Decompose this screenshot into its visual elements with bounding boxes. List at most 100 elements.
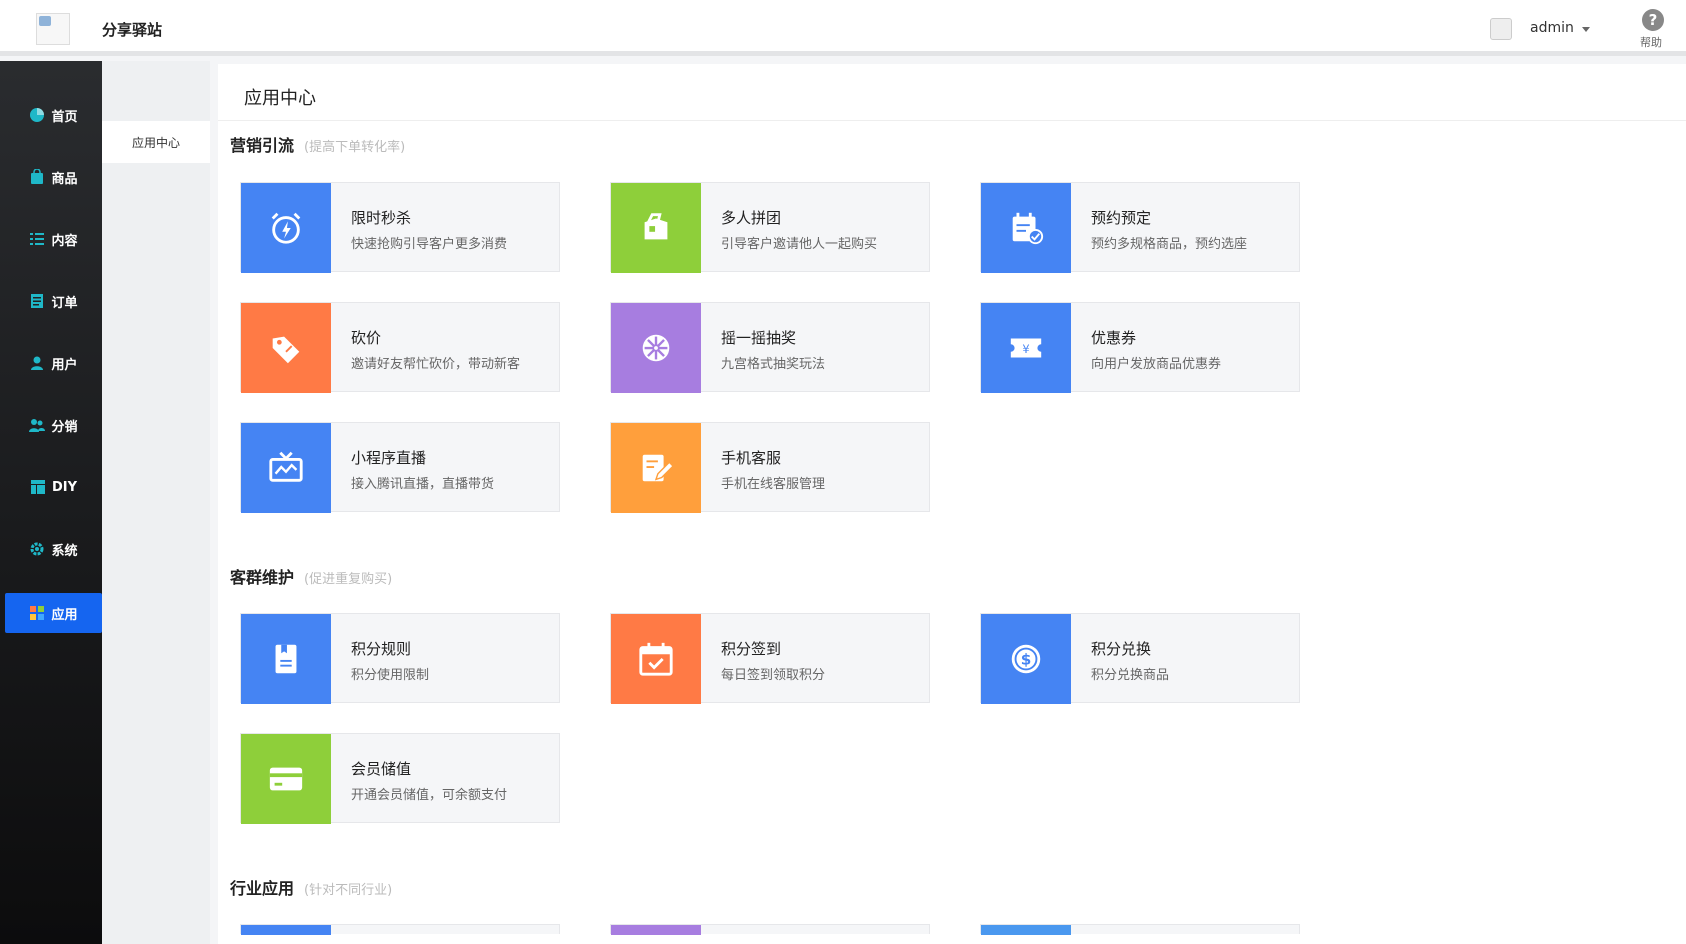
- card-desc: 预约多规格商品，预约选座: [1091, 237, 1248, 252]
- card-desc: 开通会员储值，可余额支付: [351, 788, 508, 803]
- sidebar-item-label: DIY: [51, 479, 78, 495]
- section-title-marketing: 营销引流 (提高下单转化率): [230, 132, 405, 156]
- top-header: 分享驿站 admin ? 帮助: [0, 0, 1686, 56]
- sub-sidebar: 应用中心: [102, 61, 210, 944]
- sidebar-item-users[interactable]: 用户: [5, 343, 102, 383]
- tv-icon: [269, 451, 303, 482]
- sidebar-item-label: 分销: [51, 419, 78, 435]
- tag-icon: [644, 213, 668, 240]
- sidebar-item-label: 订单: [51, 295, 78, 311]
- card-title: 会员储值: [351, 760, 412, 778]
- section-title-retention: 客群维护 (促进重复购买): [230, 564, 392, 588]
- card-title: 摇一摇抽奖: [721, 329, 797, 347]
- page-title: 应用中心: [244, 88, 316, 109]
- card-title: 积分签到: [721, 640, 782, 658]
- main-content: 应用中心 营销引流 (提高下单转化率) 限时秒杀 快速抢购引导客户更多消费 多人拼…: [218, 64, 1686, 944]
- app-card-member-deposit[interactable]: 会员储值 开通会员储值，可余额支付: [240, 733, 560, 824]
- card-title: 限时秒杀: [351, 209, 412, 227]
- coupon-icon: ¥: [1010, 338, 1042, 358]
- app-card-partial[interactable]: [240, 924, 560, 935]
- rules-icon: [275, 644, 297, 674]
- logo-image[interactable]: [36, 13, 70, 45]
- card-title: 小程序直播: [351, 449, 427, 467]
- card-icon-bg: [241, 734, 331, 824]
- card-desc: 积分兑换商品: [1091, 668, 1170, 683]
- app-card-live[interactable]: 小程序直播 接入腾讯直播，直播带货: [240, 422, 560, 513]
- card-desc: 每日签到领取积分: [721, 668, 826, 683]
- app-card-partial[interactable]: [980, 924, 1300, 935]
- card-title: 积分规则: [351, 640, 412, 658]
- card-icon-bg: [241, 423, 331, 513]
- card-title: 预约预定: [1091, 209, 1152, 227]
- section-title-text: 行业应用: [230, 879, 295, 898]
- app-card-partial[interactable]: [610, 924, 930, 935]
- user-avatar[interactable]: [1490, 18, 1512, 40]
- edit-icon: [642, 454, 675, 482]
- sidebar-item-diy[interactable]: DIY: [5, 467, 102, 507]
- help-label[interactable]: 帮助: [1640, 34, 1662, 50]
- section-subtitle: (针对不同行业): [304, 883, 393, 898]
- card-icon-bg: [241, 614, 331, 704]
- card-icon-bg: $: [981, 614, 1071, 704]
- user-name[interactable]: admin: [1530, 20, 1574, 36]
- app-card-bargain[interactable]: 砍价 邀请好友帮忙砍价，带动新客: [240, 302, 560, 393]
- app-card-coupon[interactable]: ¥ 优惠券 向用户发放商品优惠券: [980, 302, 1300, 393]
- pie-chart-icon: [30, 108, 45, 122]
- sidebar-item-apps[interactable]: 应用: [5, 593, 102, 633]
- app-card-group-buy[interactable]: 多人拼团 引导客户邀请他人一起购买: [610, 182, 930, 273]
- section-subtitle: (提高下单转化率): [304, 140, 406, 155]
- section-title-text: 客群维护: [230, 568, 295, 587]
- card-desc: 快速抢购引导客户更多消费: [351, 237, 508, 252]
- help-icon[interactable]: ?: [1642, 9, 1664, 31]
- calendar-check-icon: [1012, 212, 1044, 245]
- app-card-points-exchange[interactable]: $ 积分兑换 积分兑换商品: [980, 613, 1300, 704]
- app-card-flash-sale[interactable]: 限时秒杀 快速抢购引导客户更多消费: [240, 182, 560, 273]
- sidebar-item-label: 首页: [51, 109, 78, 125]
- sidebar-item-system[interactable]: 系统: [5, 529, 102, 569]
- bag-icon: [31, 169, 44, 184]
- sidebar-item-goods[interactable]: 商品: [5, 157, 102, 197]
- section-title-industry: 行业应用 (针对不同行业): [230, 875, 392, 899]
- sidebar-item-label: 系统: [51, 543, 78, 559]
- card-icon: [269, 767, 303, 791]
- card-desc: 九宫格式抽奖玩法: [721, 357, 826, 372]
- sidebar-item-content[interactable]: 内容: [5, 219, 102, 259]
- wheel-icon: [642, 334, 670, 362]
- card-desc: 邀请好友帮忙砍价，带动新客: [351, 357, 521, 372]
- card-icon-bg: [611, 925, 701, 935]
- card-icon-bg: ¥: [981, 303, 1071, 393]
- layout-icon: [30, 480, 45, 494]
- card-icon-bg: [981, 183, 1071, 273]
- app-card-lottery[interactable]: 摇一摇抽奖 九宫格式抽奖玩法: [610, 302, 930, 393]
- sidebar-item-label: 商品: [51, 171, 78, 187]
- section-title-text: 营销引流: [230, 136, 295, 155]
- app-card-check-in[interactable]: 积分签到 每日签到领取积分: [610, 613, 930, 704]
- card-icon-bg: [981, 925, 1071, 935]
- app-card-reservation[interactable]: 预约预定 预约多规格商品，预约选座: [980, 182, 1300, 273]
- sidebar-item-home[interactable]: 首页: [5, 95, 102, 135]
- card-icon-bg: [611, 183, 701, 273]
- user-icon: [31, 356, 44, 370]
- card-title: 手机客服: [721, 449, 782, 467]
- card-desc: 接入腾讯直播，直播带货: [351, 477, 495, 492]
- svg-text:$: $: [1021, 651, 1032, 669]
- site-title: 分享驿站: [102, 21, 163, 39]
- price-tag-icon: [272, 336, 300, 364]
- sidebar-item-orders[interactable]: 订单: [5, 281, 102, 321]
- sub-sidebar-item-app-center[interactable]: 应用中心: [102, 121, 210, 163]
- card-title: 多人拼团: [721, 209, 782, 227]
- divider: [218, 120, 1686, 121]
- sidebar-item-distribution[interactable]: 分销: [5, 405, 102, 445]
- card-desc: 向用户发放商品优惠券: [1091, 357, 1222, 372]
- chevron-down-icon[interactable]: [1582, 27, 1590, 32]
- card-icon-bg: [611, 614, 701, 704]
- gear-icon: [30, 542, 44, 556]
- card-desc: 积分使用限制: [351, 668, 430, 683]
- card-title: 积分兑换: [1091, 640, 1152, 658]
- app-card-points-rules[interactable]: 积分规则 积分使用限制: [240, 613, 560, 704]
- alarm-icon: [271, 212, 301, 244]
- card-icon-bg: [611, 423, 701, 513]
- order-icon: [31, 294, 44, 308]
- app-card-customer-service[interactable]: 手机客服 手机在线客服管理: [610, 422, 930, 513]
- card-title: 优惠券: [1091, 329, 1137, 347]
